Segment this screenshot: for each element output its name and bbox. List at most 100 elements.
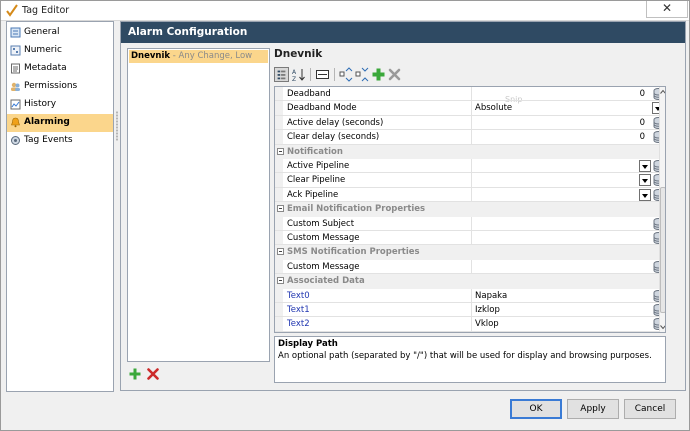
tag-events-icon xyxy=(11,136,20,145)
tag-editor-window: Tag Editor ✕ General Numeric Metadata Pe… xyxy=(0,0,690,431)
prop-row-deadband-mode[interactable]: Deadband Mode Absolute xyxy=(275,101,665,116)
close-button[interactable]: ✕ xyxy=(646,1,688,18)
sort-alphabetical-button[interactable]: A Z xyxy=(291,67,306,82)
scroll-down-icon[interactable] xyxy=(660,323,666,331)
close-icon: ✕ xyxy=(661,1,673,15)
prop-value-cell[interactable]: Napaka xyxy=(471,288,665,302)
prop-value-cell[interactable] xyxy=(471,259,665,274)
collapse-toggle-icon[interactable] xyxy=(277,277,284,285)
nav-label: Tag Events xyxy=(24,135,73,145)
nav-item-metadata[interactable]: Metadata xyxy=(7,60,113,78)
prop-value-cell[interactable] xyxy=(471,173,665,187)
nav-item-alarming[interactable]: Alarming xyxy=(7,114,113,132)
cancel-button[interactable]: Cancel xyxy=(624,399,676,419)
prop-row-active-delay[interactable]: Active delay (seconds) 0 xyxy=(275,115,665,131)
prop-row-deadband[interactable]: Deadband 0 xyxy=(275,87,665,102)
prop-value-cell[interactable]: 0 xyxy=(471,130,665,144)
dropdown-arrow-icon[interactable] xyxy=(639,188,651,201)
toolbar-separator xyxy=(310,68,311,81)
prop-value-cell[interactable]: 0 xyxy=(471,115,665,130)
prop-value-cell[interactable]: Absolute xyxy=(471,101,665,115)
nav-item-numeric[interactable]: Numeric xyxy=(7,42,113,60)
nav-item-permissions[interactable]: Permissions xyxy=(7,78,113,96)
collapse-toggle-icon[interactable] xyxy=(277,248,284,256)
add-property-button[interactable] xyxy=(371,67,386,82)
nav-item-general[interactable]: General xyxy=(7,24,113,42)
row-gutter xyxy=(275,303,283,317)
prop-value-cell[interactable] xyxy=(471,231,665,245)
prop-row-text1[interactable]: Text1 Izklop xyxy=(275,303,665,318)
prop-value-cell[interactable] xyxy=(471,187,665,202)
property-description: Display Path An optional path (separated… xyxy=(274,336,666,383)
splitter-handle[interactable] xyxy=(116,111,118,141)
category-label: Associated Data xyxy=(287,276,365,287)
dropdown-arrow-icon[interactable] xyxy=(639,174,651,187)
prop-label: Active Pipeline xyxy=(287,161,350,171)
prop-row-clear-delay[interactable]: Clear delay (seconds) 0 xyxy=(275,130,665,145)
delete-alarm-button[interactable] xyxy=(147,368,159,380)
alarming-icon xyxy=(11,117,20,128)
expand-all-icon[interactable] xyxy=(339,67,354,82)
prop-row-text2[interactable]: Text2 Vklop xyxy=(275,317,665,332)
scroll-up-icon[interactable] xyxy=(660,88,666,96)
list-item[interactable]: Dnevnik - Any Change, Low xyxy=(129,50,268,63)
prop-row-sms-custom-message[interactable]: Custom Message xyxy=(275,259,665,275)
nav-label: History xyxy=(24,99,57,109)
prop-value: Napaka xyxy=(475,290,508,301)
toolbar-separator xyxy=(334,68,335,81)
property-grid-scrollbar[interactable] xyxy=(659,87,666,332)
prop-value: Vklop xyxy=(475,319,499,330)
permissions-icon xyxy=(11,82,20,91)
category-associated-data[interactable]: Associated Data xyxy=(275,274,665,289)
row-gutter xyxy=(275,130,283,144)
collapse-all-icon[interactable] xyxy=(355,67,370,82)
prop-row-active-pipeline[interactable]: Active Pipeline xyxy=(275,159,665,174)
add-alarm-button[interactable] xyxy=(129,368,141,380)
apply-button[interactable]: Apply xyxy=(567,399,619,419)
svg-text:A: A xyxy=(292,69,297,76)
row-gutter xyxy=(275,231,283,245)
prop-row-custom-subject[interactable]: Custom Subject xyxy=(275,216,665,231)
nav-item-tag-events[interactable]: Tag Events xyxy=(7,132,113,150)
prop-label: Active delay (seconds) xyxy=(287,117,384,128)
prop-label: Text0 xyxy=(287,290,310,301)
row-gutter xyxy=(275,259,283,274)
category-sms-notification[interactable]: SMS Notification Properties xyxy=(275,245,665,260)
collapse-toggle-icon[interactable] xyxy=(277,147,284,155)
description-toggle-button[interactable] xyxy=(315,67,330,82)
prop-value-cell[interactable]: 0 xyxy=(471,87,665,101)
scrollbar-thumb[interactable] xyxy=(660,187,665,313)
ok-button[interactable]: OK xyxy=(510,399,562,419)
nav-label: Metadata xyxy=(24,63,67,73)
prop-value: Absolute xyxy=(475,103,513,114)
prop-row-clear-pipeline[interactable]: Clear Pipeline xyxy=(275,173,665,188)
category-email-notification[interactable]: Email Notification Properties xyxy=(275,202,665,217)
prop-value-cell[interactable] xyxy=(471,216,665,230)
prop-label: Clear Pipeline xyxy=(287,175,346,186)
dropdown-arrow-icon[interactable] xyxy=(639,160,651,172)
prop-value-cell[interactable] xyxy=(471,159,665,173)
nav-label: Alarming xyxy=(24,117,70,127)
row-gutter xyxy=(275,159,283,173)
prop-label: Deadband xyxy=(287,89,331,99)
history-icon xyxy=(10,99,21,110)
svg-text:Z: Z xyxy=(292,76,296,82)
category-label: SMS Notification Properties xyxy=(287,247,420,258)
prop-row-ack-pipeline[interactable]: Ack Pipeline xyxy=(275,187,665,203)
prop-row-email-custom-message[interactable]: Custom Message xyxy=(275,231,665,246)
prop-row-text0[interactable]: Text0 Napaka xyxy=(275,288,665,303)
categorized-view-button[interactable] xyxy=(274,67,289,82)
prop-value: 0 xyxy=(639,117,645,128)
category-notification[interactable]: Notification xyxy=(275,144,665,159)
nav-item-history[interactable]: History xyxy=(7,96,113,114)
remove-property-button[interactable] xyxy=(387,67,402,82)
general-icon xyxy=(10,27,21,38)
prop-value-cell[interactable]: Izklop xyxy=(471,303,665,317)
prop-value-cell[interactable]: Vklop xyxy=(471,317,665,331)
prop-label: Custom Message xyxy=(287,233,360,243)
row-gutter xyxy=(275,216,283,230)
nav-label: General xyxy=(24,27,60,37)
category-label: Notification xyxy=(287,146,343,157)
prop-value: 0 xyxy=(639,89,645,99)
collapse-toggle-icon[interactable] xyxy=(277,205,284,213)
